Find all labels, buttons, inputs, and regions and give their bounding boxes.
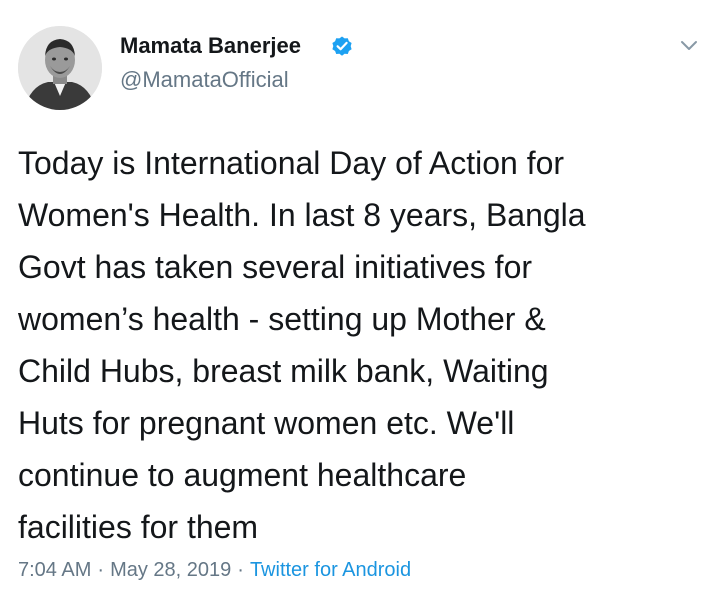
portrait-avatar-image <box>18 26 102 110</box>
meta-separator: · <box>237 559 244 581</box>
tweet-text: Today is International Day of Action for… <box>18 137 702 553</box>
tweet-text-line: continue to augment healthcare <box>18 457 467 493</box>
author-handle[interactable]: @MamataOfficial <box>120 66 289 94</box>
tweet-meta: 7:04 AM · May 28, 2019 · Twitter for Android <box>18 556 411 584</box>
tweet-text-line: Child Hubs, breast milk bank, Waiting <box>18 353 549 389</box>
tweet-text-line: Women's Health. In last 8 years, Bangla <box>18 197 586 233</box>
avatar[interactable] <box>18 26 102 110</box>
tweet-time[interactable]: 7:04 AM <box>18 559 91 581</box>
meta-separator: · <box>97 559 105 581</box>
author-name[interactable]: Mamata Banerjee <box>120 32 301 60</box>
tweet-card: Mamata Banerjee @MamataOfficial Today is… <box>0 0 720 596</box>
tweet-text-line: Today is International Day of Action for <box>18 145 565 181</box>
tweet-text-line: Huts for pregnant women etc. We'll <box>18 405 515 441</box>
tweet-date[interactable]: May 28, 2019 <box>110 559 231 581</box>
tweet-text-line: Govt has taken several initiatives for <box>18 249 533 285</box>
verified-badge-icon <box>332 36 352 56</box>
chevron-down-icon[interactable] <box>678 34 700 56</box>
tweet-source-link[interactable]: Twitter for Android <box>250 559 411 581</box>
tweet-text-line: facilities for them <box>18 509 259 545</box>
tweet-text-line: women’s health - setting up Mother & <box>18 301 546 337</box>
